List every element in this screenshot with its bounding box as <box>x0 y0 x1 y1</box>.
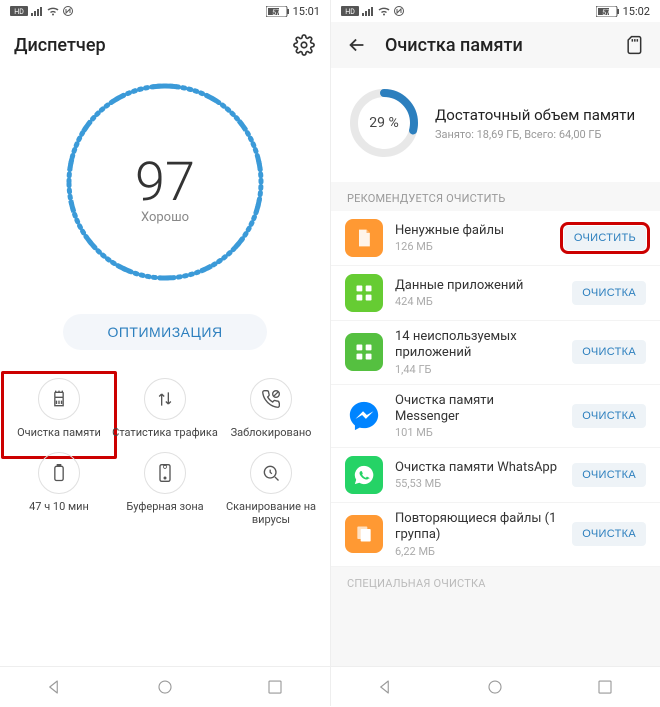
row-size: 126 МБ <box>395 240 552 253</box>
score-label: Хорошо <box>141 210 189 225</box>
feature-grid: Очистка памяти Статистика трафика Заблок… <box>0 358 330 526</box>
file-icon <box>354 228 374 248</box>
feature-label: Сканирование на вирусы <box>218 500 324 526</box>
messenger-icon <box>347 399 381 433</box>
feature-label: 47 ч 10 мин <box>29 500 89 526</box>
screen-manager: HD 57 15:01 Диспетчер 97 Хорошо <box>0 0 330 706</box>
feature-clean-memory[interactable]: Очистка памяти <box>1 371 117 459</box>
row-size: 1,44 ГБ <box>395 363 560 376</box>
row-title: Очистка памяти WhatsApp <box>395 460 560 476</box>
row-title: Повторяющиеся файлы (1 группа) <box>395 511 560 544</box>
header: Диспетчер <box>0 22 330 68</box>
cleanup-list: Ненужные файлы 126 МБ ОЧИСТИТЬ Данные пр… <box>331 211 660 567</box>
svg-text:HD: HD <box>14 8 24 16</box>
feature-traffic-stats[interactable]: Статистика трафика <box>112 378 218 452</box>
navbar <box>0 666 330 706</box>
nav-home[interactable] <box>145 667 185 707</box>
row-size: 101 МБ <box>395 426 560 439</box>
row-size: 6,22 МБ <box>395 545 560 558</box>
broom-icon <box>49 389 69 409</box>
score-gauge: 97 Хорошо <box>55 72 275 292</box>
clean-button[interactable]: ОЧИСТКА <box>572 340 646 364</box>
row-duplicate-files[interactable]: Повторяющиеся файлы (1 группа) 6,22 МБ О… <box>331 503 660 567</box>
nfc-icon <box>394 6 404 16</box>
row-size: 55,53 МБ <box>395 477 560 490</box>
row-title: 14 неиспользуемых приложений <box>395 329 560 362</box>
wifi-icon <box>46 6 60 16</box>
gear-icon <box>293 34 315 56</box>
memory-title: Достаточный объем памяти <box>435 106 644 124</box>
row-app-data[interactable]: Данные приложений 424 МБ ОЧИСТКА <box>331 266 660 321</box>
header: Очистка памяти <box>331 22 660 68</box>
clock: 15:01 <box>293 5 320 18</box>
clean-button[interactable]: ОЧИСТКА <box>572 281 646 305</box>
clean-button[interactable]: ОЧИСТИТЬ <box>564 226 646 250</box>
section-header-recommend: РЕКОМЕНДУЕТСЯ ОЧИСТИТЬ <box>331 182 660 211</box>
clean-button[interactable]: ОЧИСТКА <box>572 463 646 487</box>
feature-battery[interactable]: 47 ч 10 мин <box>6 452 112 526</box>
screen-memory-cleanup: HD 57 15:02 Очистка памяти 29 % <box>330 0 660 706</box>
phone-shield-icon <box>155 463 175 483</box>
clock: 15:02 <box>623 5 650 18</box>
updown-icon <box>155 389 175 409</box>
wifi-icon <box>377 6 391 16</box>
feature-blocked[interactable]: Заблокировано <box>218 378 324 452</box>
copy-icon <box>354 524 374 544</box>
memory-summary: 29 % Достаточный объем памяти Занято: 18… <box>331 68 660 182</box>
status-bar: HD 57 15:01 <box>0 0 330 22</box>
scan-icon <box>261 463 281 483</box>
feature-label: Заблокировано <box>231 426 312 452</box>
row-junk-files[interactable]: Ненужные файлы 126 МБ ОЧИСТИТЬ <box>331 211 660 266</box>
nfc-icon <box>63 6 73 16</box>
volte-icon: HD <box>10 6 28 16</box>
svg-text:HD: HD <box>345 8 355 16</box>
signal-icon <box>362 6 374 16</box>
feature-label: Буферная зона <box>126 500 203 526</box>
battery-icon <box>49 463 69 483</box>
battery-icon: 57 <box>596 6 620 17</box>
row-size: 424 МБ <box>395 295 560 308</box>
apps-icon <box>354 283 374 303</box>
apps-icon <box>354 342 374 362</box>
svg-text:57: 57 <box>272 9 280 17</box>
row-title: Данные приложений <box>395 278 560 294</box>
memory-donut: 29 % <box>347 86 421 160</box>
sd-card-icon <box>624 35 644 55</box>
feature-label: Статистика трафика <box>112 426 218 452</box>
row-whatsapp[interactable]: Очистка памяти WhatsApp 55,53 МБ ОЧИСТКА <box>331 448 660 503</box>
feature-virus-scan[interactable]: Сканирование на вирусы <box>218 452 324 526</box>
nav-back[interactable] <box>366 667 406 707</box>
memory-percent: 29 % <box>369 115 398 131</box>
status-bar: HD 57 15:02 <box>331 0 660 22</box>
page-title: Диспетчер <box>14 35 106 56</box>
volte-icon: HD <box>341 6 359 16</box>
row-messenger[interactable]: Очистка памяти Messenger 101 МБ ОЧИСТКА <box>331 385 660 449</box>
clean-button[interactable]: ОЧИСТКА <box>572 522 646 546</box>
feature-dropzone[interactable]: Буферная зона <box>112 452 218 526</box>
svg-text:57: 57 <box>602 9 610 17</box>
section-header-special: СПЕЦИАЛЬНАЯ ОЧИСТКА <box>331 567 660 596</box>
settings-button[interactable] <box>292 33 316 57</box>
sd-card-button[interactable] <box>622 33 646 57</box>
nav-recent[interactable] <box>255 667 295 707</box>
feature-label: Очистка памяти <box>17 426 101 452</box>
clean-button[interactable]: ОЧИСТКА <box>572 404 646 428</box>
whatsapp-icon <box>353 464 375 486</box>
back-button[interactable] <box>345 33 369 57</box>
navbar <box>331 666 660 706</box>
row-title: Очистка памяти Messenger <box>395 393 560 426</box>
battery-icon: 57 <box>266 6 290 17</box>
nav-recent[interactable] <box>585 667 625 707</box>
phone-block-icon <box>261 389 281 409</box>
memory-detail: Занято: 18,69 ГБ, Всего: 64,00 ГБ <box>435 128 644 141</box>
row-unused-apps[interactable]: 14 неиспользуемых приложений 1,44 ГБ ОЧИ… <box>331 321 660 385</box>
signal-icon <box>31 6 43 16</box>
arrow-left-icon <box>346 34 368 56</box>
row-title: Ненужные файлы <box>395 223 552 239</box>
nav-back[interactable] <box>35 667 75 707</box>
page-title: Очистка памяти <box>385 35 523 56</box>
nav-home[interactable] <box>475 667 515 707</box>
optimize-button[interactable]: ОПТИМИЗАЦИЯ <box>63 314 266 350</box>
